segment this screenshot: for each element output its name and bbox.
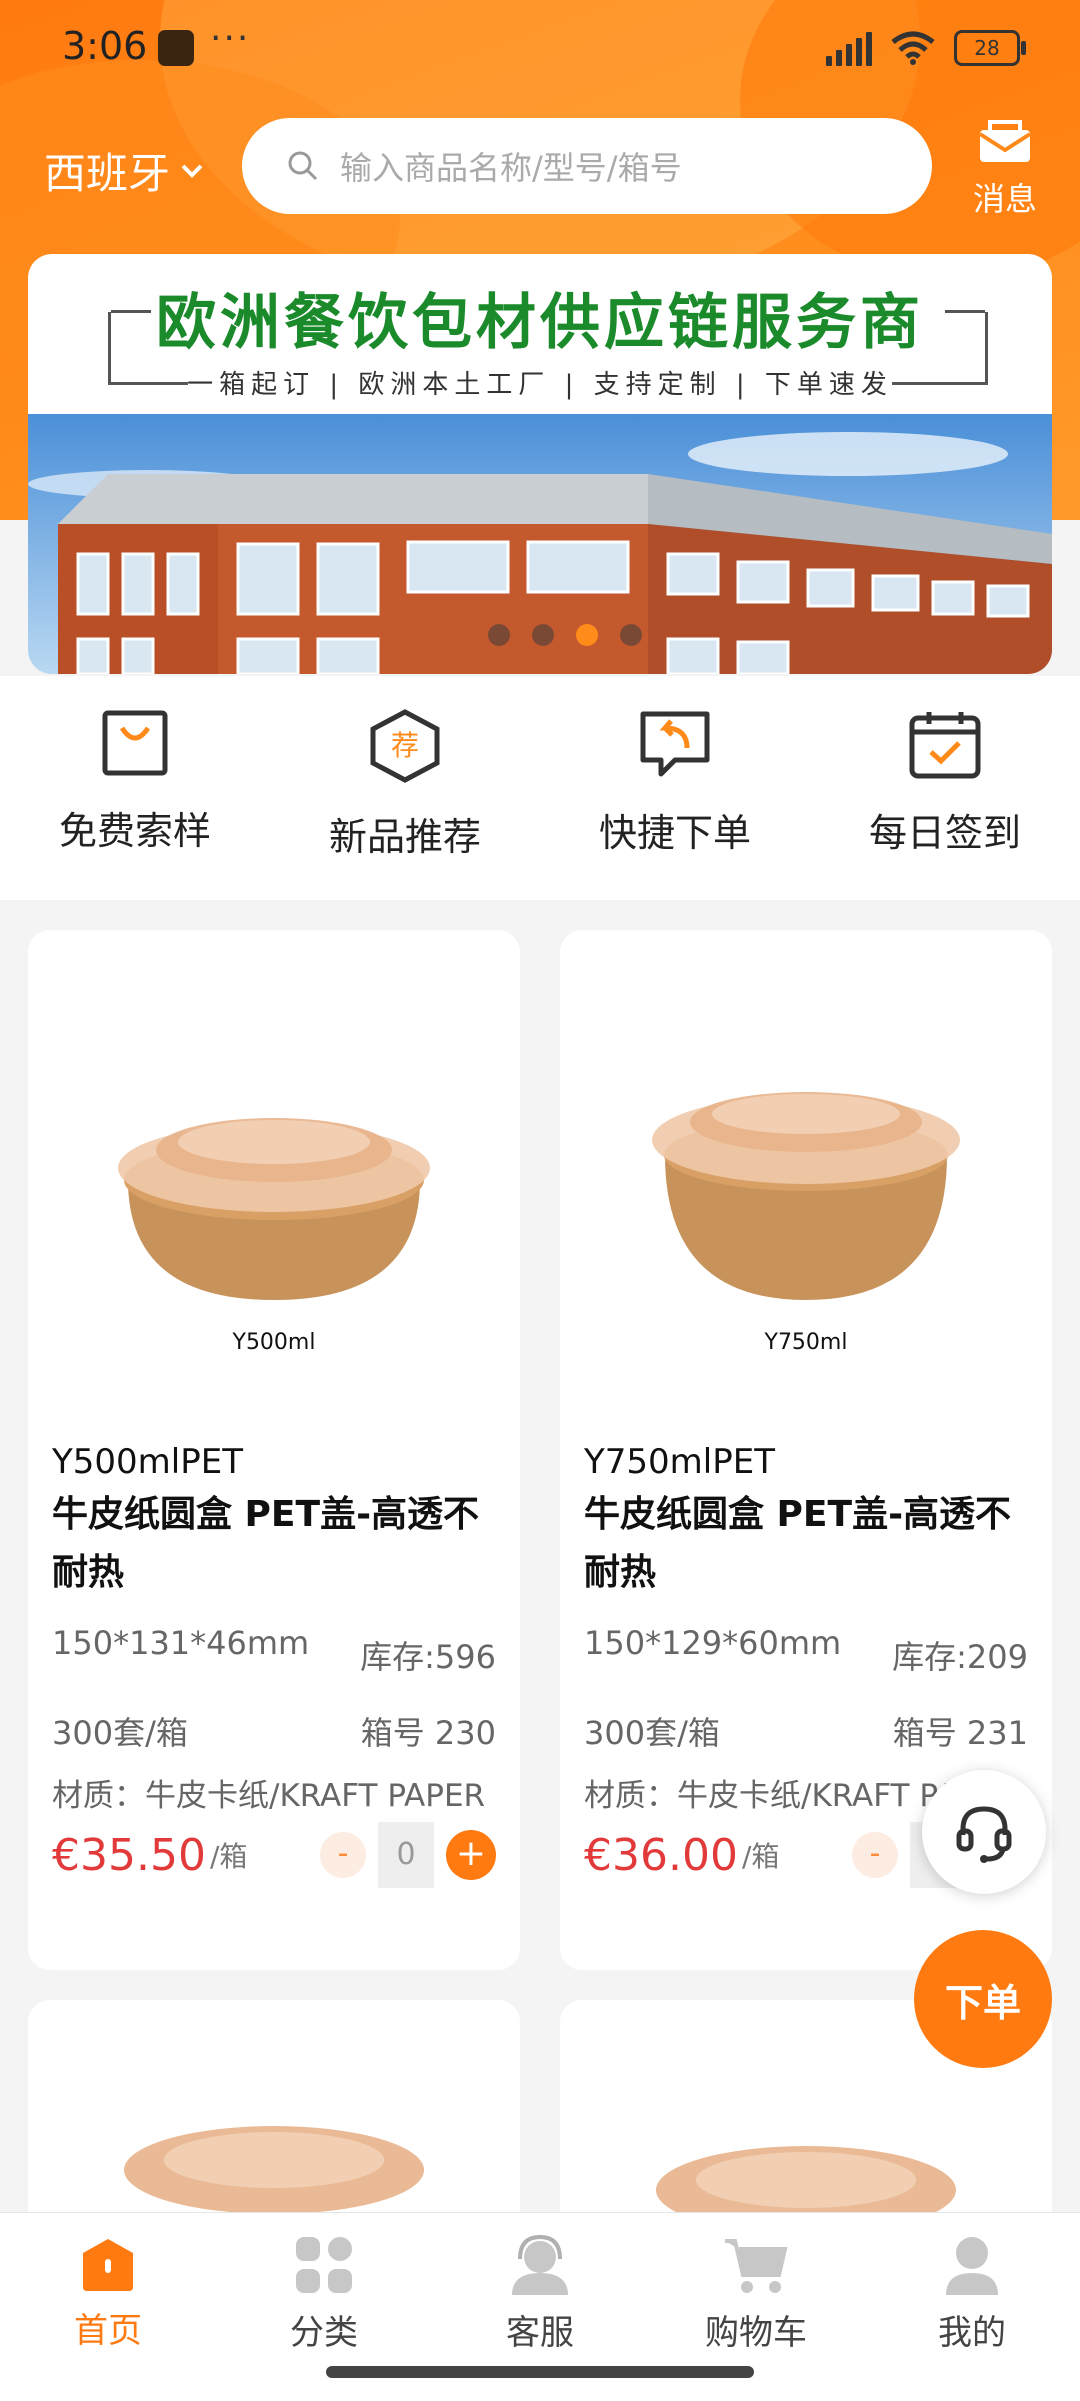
kraft-bowl-image <box>118 1118 430 1300</box>
chevron-down-icon <box>181 164 203 178</box>
search-icon <box>288 151 318 181</box>
quick-label: 快捷下单 <box>598 811 751 855</box>
product-price: €36.00 <box>584 1829 738 1881</box>
quick-menu: 免费索样 荐 新品推荐 快捷下单 每日签到 <box>0 676 1080 900</box>
headset-icon <box>956 1806 1012 1863</box>
pagination-dot-active[interactable] <box>576 624 598 646</box>
customer-service-float-button[interactable] <box>922 1770 1046 1894</box>
bag-icon <box>102 710 168 776</box>
place-order-button[interactable]: 下单 <box>914 1930 1052 2068</box>
region-label: 西班牙 <box>44 149 171 198</box>
product-name: 牛皮纸圆盒 PET盖-高透不耐热 <box>584 1494 1012 1593</box>
product-image-label: Y750ml <box>764 1330 848 1355</box>
envelope-icon <box>978 120 1032 162</box>
product-code: Y500mlPET <box>52 1442 243 1482</box>
nav-home[interactable]: 首页 <box>0 2213 216 2401</box>
product-stock: 库存:596 <box>360 1638 496 1676</box>
nav-label: 客服 <box>506 2313 574 2353</box>
quick-new-products[interactable]: 荐 新品推荐 <box>270 676 540 900</box>
quick-fast-order[interactable]: 快捷下单 <box>540 676 810 900</box>
decrease-button[interactable]: - <box>852 1832 898 1878</box>
quick-order-icon <box>640 711 710 777</box>
product-box-no: 箱号 230 <box>360 1714 496 1752</box>
quantity-field[interactable]: 0 <box>378 1822 434 1888</box>
product-unit: /箱 <box>209 1840 248 1873</box>
nav-label: 分类 <box>290 2313 358 2353</box>
profile-icon <box>946 2237 998 2295</box>
signal-icon <box>826 30 872 66</box>
product-size: 150*131*46mm <box>52 1624 310 1662</box>
battery-icon: 28 <box>954 30 1026 66</box>
nav-profile[interactable]: 我的 <box>864 2213 1080 2401</box>
calendar-check-icon <box>909 712 981 779</box>
battery-level: 28 <box>974 36 1000 60</box>
quick-label: 每日签到 <box>868 811 1021 855</box>
product-code: Y750mlPET <box>584 1442 775 1482</box>
product-unit: /箱 <box>741 1840 780 1873</box>
quick-daily-checkin[interactable]: 每日签到 <box>810 676 1080 900</box>
product-price: €35.50 <box>52 1829 206 1881</box>
product-card[interactable]: Y500ml Y500mlPET 牛皮纸圆盒 PET盖-高透不耐热 150*13… <box>28 930 520 1970</box>
quick-label: 免费索样 <box>58 809 211 853</box>
product-image[interactable]: Y750ml <box>560 930 1052 1420</box>
quantity-stepper: - 0 + <box>320 1822 496 1888</box>
messages-label: 消息 <box>972 180 1037 218</box>
more-notifications-icon: ··· <box>210 18 251 59</box>
wifi-icon <box>891 31 935 65</box>
product-box-no: 箱号 231 <box>892 1714 1028 1752</box>
quick-label: 新品推荐 <box>328 815 481 859</box>
product-pack: 300套/箱 <box>52 1714 188 1752</box>
category-icon <box>296 2237 352 2293</box>
decrease-button[interactable]: - <box>320 1832 366 1878</box>
product-image-label: Y500ml <box>232 1330 316 1355</box>
kraft-bowl-image <box>652 1092 960 1300</box>
product-size: 150*129*60mm <box>584 1624 842 1662</box>
banner-title: 欧洲餐饮包材供应链服务商 <box>156 288 924 358</box>
cart-icon <box>725 2239 788 2293</box>
product-stock: 库存:209 <box>892 1638 1028 1676</box>
product-pack: 300套/箱 <box>584 1714 720 1752</box>
customer-service-icon <box>512 2235 568 2295</box>
home-indicator[interactable] <box>326 2366 754 2378</box>
status-bar: 3:06 ··· 28 <box>0 0 1080 100</box>
product-image[interactable]: Y500ml <box>28 930 520 1420</box>
nav-label: 首页 <box>74 2311 142 2351</box>
recommend-hexagon-icon: 荐 <box>370 709 440 783</box>
region-selector[interactable]: 西班牙 <box>44 140 204 201</box>
pagination-dot[interactable] <box>488 624 510 646</box>
product-name: 牛皮纸圆盒 PET盖-高透不耐热 <box>52 1494 480 1593</box>
app-notification-icon <box>158 30 194 66</box>
pagination-dot[interactable] <box>620 624 642 646</box>
promo-banner[interactable]: 欧洲餐饮包材供应链服务商 一箱起订 | 欧洲本土工厂 | 支持定制 | 下单速发 <box>28 254 1052 674</box>
nav-label: 我的 <box>938 2313 1006 2353</box>
search-placeholder: 输入商品名称/型号/箱号 <box>340 149 682 187</box>
messages-button[interactable]: 消息 <box>960 118 1050 220</box>
pagination-dot[interactable] <box>532 624 554 646</box>
status-time: 3:06 <box>62 24 148 68</box>
recommend-badge: 荐 <box>391 729 419 762</box>
banner-pagination[interactable] <box>488 624 642 646</box>
nav-label: 购物车 <box>705 2313 807 2353</box>
home-icon <box>83 2239 133 2291</box>
quick-free-sample[interactable]: 免费索样 <box>0 676 270 900</box>
product-material: 材质：牛皮卡纸/KRAFT PAPER <box>52 1778 486 1814</box>
banner-subtitle: 一箱起订 | 欧洲本土工厂 | 支持定制 | 下单速发 <box>187 370 893 400</box>
increase-button[interactable]: + <box>446 1830 496 1880</box>
search-input[interactable]: 输入商品名称/型号/箱号 <box>242 118 932 214</box>
